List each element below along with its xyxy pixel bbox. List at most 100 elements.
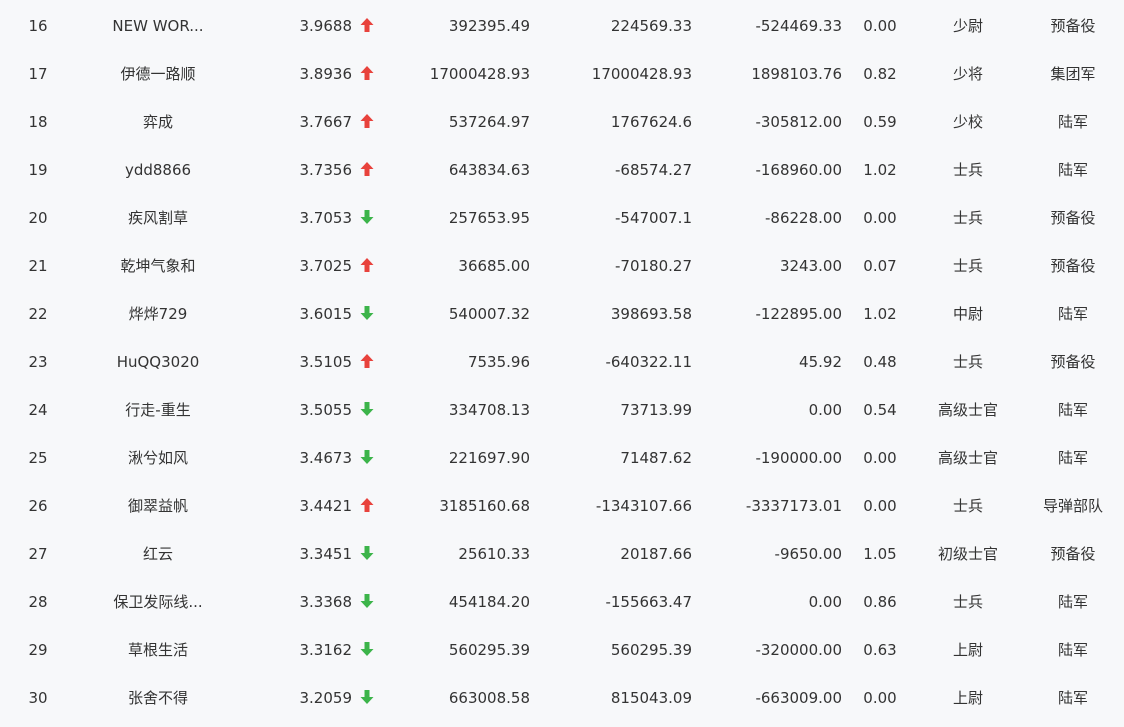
score-cell: 3.7053 [299, 209, 353, 227]
table-row[interactable]: 19 ydd8866 3.7356 643834.63 -68574.27 -1… [0, 146, 1124, 194]
value-3-cell: -190000.00 [755, 449, 842, 467]
value-3-cell: -86228.00 [765, 209, 842, 227]
unit-cell: 预备役 [1050, 209, 1096, 227]
player-name[interactable]: 御翠益帆 [98, 482, 218, 530]
player-name[interactable]: 行走-重生 [98, 386, 218, 434]
player-name[interactable]: 乾坤气象和 [98, 242, 218, 290]
value-3-cell: 3243.00 [779, 257, 842, 275]
ratio-cell: 0.82 [863, 65, 897, 83]
player-name[interactable]: 弈成 [98, 98, 218, 146]
value-1-cell: 643834.63 [448, 161, 530, 179]
value-3-cell: -320000.00 [755, 641, 842, 659]
rank-title-cell: 士兵 [952, 209, 983, 227]
table-row[interactable]: 27 红云 3.3451 25610.33 20187.66 -9650.00 … [0, 530, 1124, 578]
rank-cell: 28 [28, 593, 48, 611]
trend-up-icon [360, 2, 376, 50]
value-2-cell: -1343107.66 [595, 497, 692, 515]
player-name[interactable]: 湫兮如风 [98, 434, 218, 482]
player-name[interactable]: 草根生活 [98, 626, 218, 674]
player-name[interactable]: NEW WOR... [98, 2, 218, 50]
trend-down-icon [360, 674, 376, 722]
rank-title-cell: 中尉 [952, 305, 983, 323]
rank-title-cell: 士兵 [952, 593, 983, 611]
player-name[interactable]: 伊德一路顺 [98, 50, 218, 98]
table-row[interactable]: 25 湫兮如风 3.4673 221697.90 71487.62 -19000… [0, 434, 1124, 482]
score-cell: 3.4673 [299, 449, 353, 467]
value-1-cell: 221697.90 [448, 449, 530, 467]
trend-up-icon [360, 98, 376, 146]
value-2-cell: 398693.58 [610, 305, 692, 323]
table-row[interactable]: 17 伊德一路顺 3.8936 17000428.93 17000428.93 … [0, 50, 1124, 98]
value-1-cell: 537264.97 [448, 113, 530, 131]
table-row[interactable]: 18 弈成 3.7667 537264.97 1767624.6 -305812… [0, 98, 1124, 146]
player-name[interactable]: 张舍不得 [98, 674, 218, 722]
value-1-cell: 257653.95 [448, 209, 530, 227]
value-1-cell: 17000428.93 [429, 65, 530, 83]
unit-cell: 陆军 [1057, 161, 1088, 179]
rank-title-cell: 士兵 [952, 257, 983, 275]
player-name[interactable]: ydd8866 [98, 146, 218, 194]
table-row[interactable]: 16 NEW WOR... 3.9688 392395.49 224569.33… [0, 2, 1124, 50]
trend-down-icon [360, 578, 376, 626]
rank-title-cell: 高级士官 [937, 449, 998, 467]
rank-cell: 29 [28, 641, 48, 659]
table-row[interactable]: 30 张舍不得 3.2059 663008.58 815043.09 -6630… [0, 674, 1124, 722]
unit-cell: 陆军 [1057, 449, 1088, 467]
unit-cell: 陆军 [1057, 641, 1088, 659]
table-row[interactable]: 20 疾风割草 3.7053 257653.95 -547007.1 -8622… [0, 194, 1124, 242]
rank-cell: 27 [28, 545, 48, 563]
rank-cell: 20 [28, 209, 48, 227]
score-cell: 3.3368 [299, 593, 353, 611]
ratio-cell: 0.48 [863, 353, 897, 371]
rank-title-cell: 少将 [952, 65, 983, 83]
score-cell: 3.2059 [299, 689, 353, 707]
unit-cell: 预备役 [1050, 545, 1096, 563]
ratio-cell: 1.02 [863, 161, 897, 179]
value-1-cell: 560295.39 [448, 641, 530, 659]
trend-up-icon [360, 50, 376, 98]
player-name[interactable]: 疾风割草 [98, 194, 218, 242]
player-name[interactable]: HuQQ3020 [98, 338, 218, 386]
rank-cell: 23 [28, 353, 48, 371]
rank-cell: 18 [28, 113, 48, 131]
value-3-cell: -122895.00 [755, 305, 842, 323]
score-cell: 3.4421 [299, 497, 353, 515]
unit-cell: 陆军 [1057, 401, 1088, 419]
table-row[interactable]: 29 草根生活 3.3162 560295.39 560295.39 -3200… [0, 626, 1124, 674]
score-cell: 3.8936 [299, 65, 353, 83]
table-row[interactable]: 26 御翠益帆 3.4421 3185160.68 -1343107.66 -3… [0, 482, 1124, 530]
rank-title-cell: 上尉 [952, 641, 983, 659]
table-row[interactable]: 22 烨烨729 3.6015 540007.32 398693.58 -122… [0, 290, 1124, 338]
rank-cell: 17 [28, 65, 48, 83]
trend-up-icon [360, 338, 376, 386]
value-3-cell: -9650.00 [774, 545, 842, 563]
ratio-cell: 0.59 [863, 113, 897, 131]
table-row[interactable]: 23 HuQQ3020 3.5105 7535.96 -640322.11 45… [0, 338, 1124, 386]
value-3-cell: 0.00 [808, 593, 842, 611]
rank-title-cell: 士兵 [952, 353, 983, 371]
table-row[interactable]: 28 保卫发际线... 3.3368 454184.20 -155663.47 … [0, 578, 1124, 626]
unit-cell: 集团军 [1050, 65, 1096, 83]
player-name[interactable]: 保卫发际线... [98, 578, 218, 626]
ranking-table: 16 NEW WOR... 3.9688 392395.49 224569.33… [0, 2, 1124, 722]
value-1-cell: 392395.49 [448, 17, 530, 35]
table-row[interactable]: 21 乾坤气象和 3.7025 36685.00 -70180.27 3243.… [0, 242, 1124, 290]
player-name[interactable]: 烨烨729 [98, 290, 218, 338]
value-2-cell: 71487.62 [620, 449, 692, 467]
score-cell: 3.7667 [299, 113, 353, 131]
unit-cell: 陆军 [1057, 593, 1088, 611]
value-2-cell: 73713.99 [620, 401, 692, 419]
value-2-cell: -640322.11 [605, 353, 692, 371]
score-cell: 3.7356 [299, 161, 353, 179]
score-cell: 3.7025 [299, 257, 353, 275]
rank-cell: 22 [28, 305, 48, 323]
rank-cell: 25 [28, 449, 48, 467]
unit-cell: 预备役 [1050, 17, 1096, 35]
value-3-cell: -3337173.01 [745, 497, 842, 515]
table-row[interactable]: 24 行走-重生 3.5055 334708.13 73713.99 0.00 … [0, 386, 1124, 434]
rank-title-cell: 初级士官 [937, 545, 998, 563]
value-1-cell: 25610.33 [458, 545, 530, 563]
player-name[interactable]: 红云 [98, 530, 218, 578]
ratio-cell: 0.00 [863, 689, 897, 707]
trend-down-icon [360, 194, 376, 242]
